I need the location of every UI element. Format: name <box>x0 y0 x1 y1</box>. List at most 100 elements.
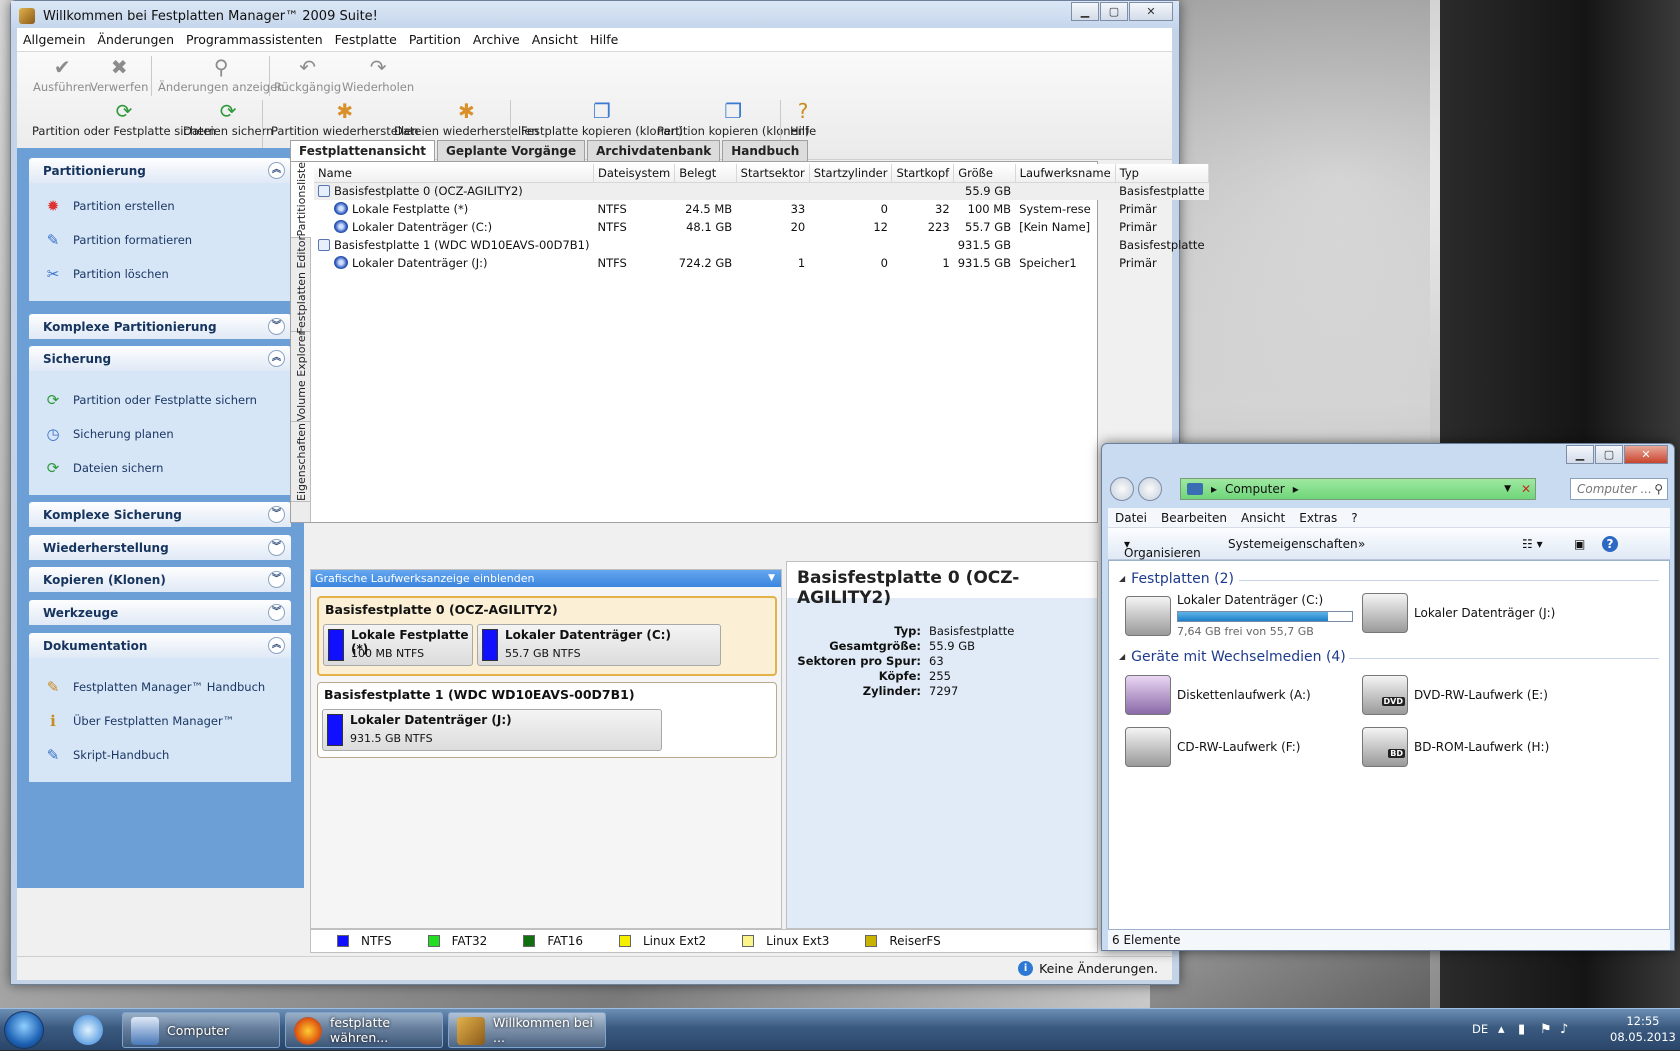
search-input[interactable]: Computer ... ⚲ <box>1570 478 1668 500</box>
menu-bearbeiten[interactable]: Bearbeiten <box>1154 511 1234 525</box>
drive-a[interactable]: Diskettenlaufwerk (A:) <box>1125 675 1311 715</box>
drive-h[interactable]: BD BD-ROM-Laufwerk (H:) <box>1362 727 1549 767</box>
group-header-festplatten[interactable]: Festplatten (2) <box>1119 571 1234 587</box>
address-dropdown-icon[interactable]: ▼ <box>1504 484 1511 494</box>
tab-archivdatenbank[interactable]: Archivdatenbank <box>587 140 721 162</box>
table-row[interactable]: Lokaler Datenträger (C:) NTFS 48.1 GB 20 12… <box>314 218 1209 236</box>
hilfe-button[interactable]: ? Hilfe <box>790 100 816 138</box>
table-row[interactable]: Lokale Festplatte (*) NTFS 24.5 MB 33 0 32 10… <box>314 200 1209 218</box>
organisieren-button[interactable]: Organisieren ▾ <box>1124 537 1201 560</box>
expand-icon[interactable]: ︾ <box>268 318 285 335</box>
partition-formatieren-link[interactable]: ✎ Partition formatieren <box>29 223 291 257</box>
taskbar-item-computer[interactable]: Computer <box>122 1012 280 1048</box>
column-header[interactable]: Name <box>314 164 594 183</box>
section-header[interactable]: Komplexe Partitionierung ︾ <box>29 314 291 339</box>
collapse-icon[interactable]: ︽ <box>268 350 285 367</box>
table-row[interactable]: Lokaler Datenträger (J:) NTFS 724.2 GB 1 0 1… <box>314 254 1209 272</box>
help-icon[interactable]: ? <box>1602 536 1618 552</box>
vtab-festplatten-editor[interactable]: Festplatten Editor <box>291 236 311 333</box>
menu-extras[interactable]: Extras <box>1292 511 1344 525</box>
tab-festplattenansicht[interactable]: Festplattenansicht <box>290 140 435 162</box>
graphic-view-toggle[interactable]: Grafische Laufwerksanzeige einblenden ▼ <box>311 570 781 587</box>
forward-button[interactable] <box>1138 477 1162 501</box>
group-header-wechselmedien[interactable]: Geräte mit Wechselmedien (4) <box>1119 649 1346 665</box>
taskbar-item-festplatten-manager[interactable]: Willkommen bei ... <box>448 1012 606 1048</box>
rueckgaengig-button[interactable]: ↶ Rückgängig <box>274 56 341 94</box>
partition-block[interactable]: Lokale Festplatte (*) 100 MB NTFS <box>323 624 473 666</box>
network-icon[interactable]: ▮ <box>1518 1022 1525 1037</box>
aenderungen-anzeigen-button[interactable]: ⚲ Änderungen anzeigen <box>158 56 284 94</box>
menu-aenderungen[interactable]: Änderungen <box>91 32 180 47</box>
address-bar[interactable]: ▸ Computer ▸ ▼ ✕ <box>1180 478 1536 500</box>
more-commands-button[interactable]: » <box>1358 537 1365 551</box>
column-header[interactable]: Startzylinder <box>809 164 893 183</box>
dropdown-icon[interactable]: ▼ <box>768 570 775 587</box>
section-header[interactable]: Komplexe Sicherung ︾ <box>29 502 291 527</box>
vtab-volume-explorer[interactable]: Volume Explorer <box>291 331 311 422</box>
drive-e[interactable]: DVD DVD-RW-Laufwerk (E:) <box>1362 675 1548 715</box>
maximize-button[interactable]: ▢ <box>1595 445 1623 464</box>
volume-icon[interactable]: ♪ <box>1560 1022 1568 1037</box>
drive-j[interactable]: Lokaler Datenträger (J:) <box>1362 593 1555 633</box>
menu-archive[interactable]: Archive <box>467 32 526 47</box>
section-header[interactable]: Partitionierung ︽ <box>29 158 291 183</box>
view-options-icon[interactable]: ☷ ▾ <box>1522 537 1543 551</box>
menu-ansicht[interactable]: Ansicht <box>1234 511 1292 525</box>
menu-allgemein[interactable]: Allgemein <box>17 32 91 47</box>
column-header[interactable]: Belegt <box>674 164 737 183</box>
start-button[interactable] <box>4 1011 44 1049</box>
taskbar-item-firefox[interactable]: festplatte währen... <box>285 1012 443 1048</box>
section-header[interactable]: Kopieren (Klonen) ︾ <box>29 567 291 592</box>
handbuch-link[interactable]: ✎ Festplatten Manager™ Handbuch <box>29 670 291 704</box>
partition-festplatte-sichern-link[interactable]: ⟳ Partition oder Festplatte sichern <box>29 383 291 417</box>
table-row[interactable]: Basisfestplatte 0 (OCZ-AGILITY2) 55.9 GB… <box>314 182 1209 200</box>
disk-0-box[interactable]: Basisfestplatte 0 (OCZ-AGILITY2) Lokale … <box>317 596 777 676</box>
partition-block[interactable]: Lokaler Datenträger (J:) 931.5 GB NTFS <box>322 709 662 751</box>
ausfuehren-button[interactable]: ✔ Ausführen <box>33 56 92 94</box>
drive-c[interactable]: Lokaler Datenträger (C:) 7,64 GB frei vo… <box>1125 593 1365 639</box>
dateien-wiederherstellen-button[interactable]: ✱ Dateien wiederherstellen <box>394 100 539 138</box>
media-player-launch[interactable] <box>58 1013 118 1047</box>
minimize-button[interactable]: ▁ <box>1566 445 1594 464</box>
partition-erstellen-link[interactable]: ✹ Partition erstellen <box>29 189 291 223</box>
wiederholen-button[interactable]: ↷ Wiederholen <box>342 56 414 94</box>
section-header[interactable]: Sicherung ︽ <box>29 346 291 371</box>
collapse-icon[interactable]: ︽ <box>268 162 285 179</box>
dateien-sichern-button[interactable]: ⟳ Dateien sichern <box>183 100 273 138</box>
menu-programmassistenten[interactable]: Programmassistenten <box>180 32 329 47</box>
table-row[interactable]: Basisfestplatte 1 (WDC WD10EAVS-00D7B1) … <box>314 236 1209 254</box>
close-button[interactable]: ✕ <box>1129 2 1173 21</box>
menu-hilfe[interactable]: Hilfe <box>584 32 624 47</box>
dateien-sichern-link[interactable]: ⟳ Dateien sichern <box>29 451 291 485</box>
tab-geplante-vorgaenge[interactable]: Geplante Vorgänge <box>436 140 586 162</box>
menu-datei[interactable]: Datei <box>1108 511 1154 525</box>
collapse-icon[interactable]: ︽ <box>268 637 285 654</box>
menu-festplatte[interactable]: Festplatte <box>329 32 403 47</box>
drive-f[interactable]: CD-RW-Laufwerk (F:) <box>1125 727 1300 767</box>
vtab-partitionsliste[interactable]: Partitionsliste <box>291 162 311 238</box>
minimize-button[interactable]: ▁ <box>1071 2 1099 21</box>
back-button[interactable] <box>1110 477 1134 501</box>
column-header[interactable]: Dateisystem <box>593 164 676 183</box>
column-header[interactable]: Startsektor <box>736 164 810 183</box>
partition-block[interactable]: Lokaler Datenträger (C:) 55.7 GB NTFS <box>477 624 721 666</box>
disk-1-box[interactable]: Basisfestplatte 1 (WDC WD10EAVS-00D7B1) … <box>317 682 777 758</box>
menu-partition[interactable]: Partition <box>403 32 467 47</box>
section-header[interactable]: Werkzeuge ︾ <box>29 600 291 625</box>
clock[interactable]: 12:55 08.05.2013 <box>1610 1013 1676 1045</box>
expand-icon[interactable]: ︾ <box>268 604 285 621</box>
action-center-icon[interactable]: ⚑ <box>1540 1022 1552 1037</box>
column-header[interactable]: Startkopf <box>891 164 955 183</box>
expand-icon[interactable]: ︾ <box>268 506 285 523</box>
systemeigenschaften-button[interactable]: Systemeigenschaften <box>1228 537 1358 551</box>
maximize-button[interactable]: ▢ <box>1100 2 1128 21</box>
stop-icon[interactable]: ✕ <box>1521 482 1531 496</box>
show-hidden-icons[interactable]: ▴ <box>1498 1022 1505 1037</box>
expand-icon[interactable]: ︾ <box>268 539 285 556</box>
sicherung-planen-link[interactable]: ◷ Sicherung planen <box>29 417 291 451</box>
column-header[interactable]: Größe <box>953 164 1016 183</box>
partition-loeschen-link[interactable]: ✂ Partition löschen <box>29 257 291 291</box>
column-header[interactable]: Typ <box>1115 164 1210 183</box>
language-indicator[interactable]: DE <box>1472 1022 1488 1036</box>
menu-ansicht[interactable]: Ansicht <box>526 32 584 47</box>
